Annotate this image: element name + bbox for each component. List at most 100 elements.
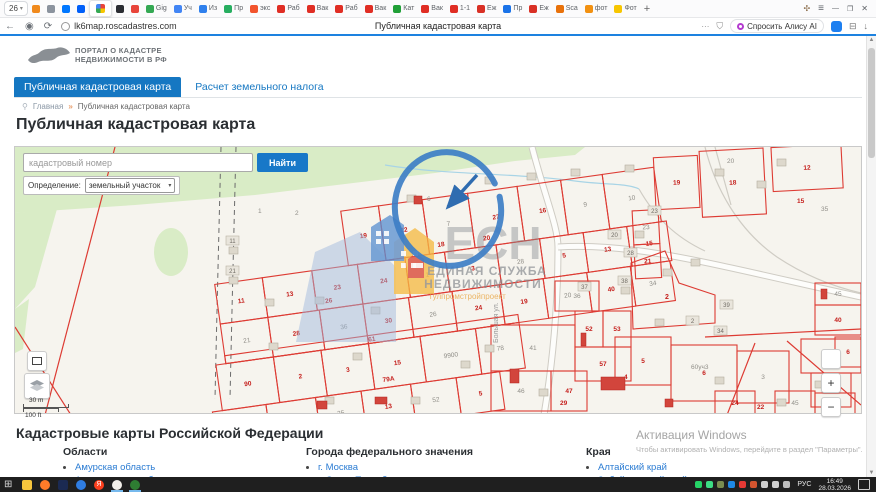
teams-icon[interactable] — [54, 477, 72, 492]
ink-icon[interactable] — [783, 481, 790, 488]
browser-tab[interactable]: Gig — [143, 2, 170, 16]
start-icon[interactable]: ⊞ — [0, 477, 18, 492]
browser-tab[interactable]: Пр — [221, 2, 246, 16]
layers-button[interactable] — [24, 373, 50, 399]
new-tab-button[interactable]: + — [641, 2, 653, 16]
breadcrumb-separator: » — [68, 102, 72, 111]
yandex-tray-icon[interactable] — [739, 481, 746, 488]
tab-label: Gig — [156, 5, 167, 12]
scroll-down-icon[interactable]: ▼ — [868, 470, 875, 476]
browser-tab[interactable]: Пр — [500, 2, 525, 16]
play-icon[interactable] — [728, 481, 735, 488]
parcel-number: 45 — [834, 291, 842, 298]
whatsapp-icon[interactable] — [695, 481, 702, 488]
browser-tab[interactable]: Еж — [474, 2, 499, 16]
footer-link[interactable]: Амурская область — [75, 462, 155, 473]
browser-tab[interactable]: Раб — [332, 2, 360, 16]
shield-icon[interactable] — [706, 481, 713, 488]
zoom-out-button[interactable]: − — [821, 397, 841, 417]
network-icon[interactable] — [772, 481, 779, 488]
taskbar-clock[interactable]: 16:49 28.03.2026 — [818, 478, 851, 492]
search-input[interactable] — [23, 153, 253, 172]
minimize-button[interactable]: — — [832, 5, 839, 12]
browser-tab[interactable] — [44, 2, 58, 16]
browser-tab[interactable]: Раб — [274, 2, 302, 16]
menu-icon[interactable]: ≡ — [818, 3, 824, 14]
browser-tab-active[interactable] — [89, 0, 112, 17]
tab-label: 1-1 — [460, 5, 470, 12]
browser-tab[interactable] — [29, 2, 43, 16]
download-icon[interactable]: ↓ — [864, 21, 869, 31]
registered-building — [665, 399, 673, 407]
browser-tab[interactable]: Вак — [418, 2, 446, 16]
back-button[interactable]: ← — [5, 21, 15, 32]
parcel-number: 24 — [475, 304, 484, 312]
browser-tab[interactable]: Из — [196, 2, 220, 16]
extent-button[interactable] — [27, 351, 47, 371]
browser-tab[interactable]: Sca — [553, 2, 581, 16]
footer-link[interactable]: г. Москва — [318, 462, 358, 473]
address-plate-number: 37 — [581, 285, 588, 291]
explorer-icon[interactable] — [18, 477, 36, 492]
scrollbar-thumb[interactable] — [868, 48, 875, 158]
shield-icon[interactable]: ◉ — [25, 21, 34, 32]
search-button[interactable]: Найти — [257, 153, 308, 172]
notification-center-icon[interactable] — [858, 479, 870, 490]
parcel-number: 57 — [599, 361, 607, 368]
bookmark-icon[interactable]: ⛉ — [716, 21, 723, 32]
browser-tab[interactable]: Кат — [390, 2, 417, 16]
page-scrollbar[interactable]: ▲ ▼ — [866, 36, 876, 477]
sidebar-panels-icon[interactable]: ⊟ — [849, 21, 857, 32]
browser-tab[interactable]: Фот — [611, 2, 639, 16]
reload-button[interactable]: ⟳ — [44, 21, 52, 32]
geolocation-button[interactable] — [821, 349, 841, 369]
tab-counter[interactable]: 26 ▾ — [4, 1, 28, 16]
nav-tab-land-tax[interactable]: Расчет земельного налога — [195, 77, 333, 97]
messenger-icon[interactable] — [831, 21, 842, 32]
browser-tab[interactable] — [74, 2, 88, 16]
vlc-icon[interactable] — [750, 481, 757, 488]
browser-tab[interactable]: Вак — [362, 2, 390, 16]
building — [625, 165, 634, 172]
parcel-number: 19 — [520, 298, 529, 306]
eagle-app-icon[interactable] — [108, 477, 126, 492]
map-container[interactable]: 1922718272016910111323262413285131521283… — [14, 146, 862, 414]
object-type-select[interactable]: земельный участок ▾ — [85, 178, 176, 193]
more-icon[interactable]: ··· — [701, 22, 709, 31]
browser-tab[interactable]: Уч — [171, 2, 195, 16]
map-label: 2 — [295, 210, 299, 217]
browser-tab[interactable] — [59, 2, 73, 16]
zoom-in-button[interactable]: + — [821, 373, 841, 393]
browser-tab[interactable]: экс — [247, 2, 273, 16]
building — [715, 169, 724, 176]
restore-button[interactable]: ❐ — [847, 5, 853, 13]
map-pin-icon[interactable] — [36, 477, 54, 492]
watermark-line2: НЕДВИЖИМОСТИ — [424, 277, 542, 291]
volume-icon[interactable] — [761, 481, 768, 488]
parcel-number: 12 — [803, 165, 811, 172]
browser-tab[interactable]: Вак — [304, 2, 332, 16]
browser-tab[interactable]: 1-1 — [447, 2, 473, 16]
breadcrumb-home-link[interactable]: Главная — [33, 102, 63, 111]
browser-tab[interactable] — [113, 2, 127, 16]
tab-favicon — [146, 5, 154, 13]
browser-tab[interactable] — [128, 2, 142, 16]
scroll-up-icon[interactable]: ▲ — [868, 37, 875, 43]
browser-tab[interactable]: Еж — [526, 2, 551, 16]
ask-alice-button[interactable]: Спросить Алису AI — [730, 19, 824, 33]
browser-sphere-icon[interactable] — [72, 477, 90, 492]
address-plate-number: 28 — [627, 251, 634, 257]
yandex-beta-icon[interactable]: ✣ — [803, 4, 810, 13]
kadastr-app-icon[interactable] — [126, 477, 144, 492]
nav-tab-public-map[interactable]: Публичная кадастровая карта — [14, 77, 181, 97]
footer-link[interactable]: Алтайский край — [598, 462, 667, 473]
close-button[interactable]: ✕ — [861, 4, 868, 13]
building — [485, 345, 494, 352]
tab-label: Вак — [431, 5, 443, 12]
language-indicator[interactable]: РУС — [797, 481, 811, 488]
tab-favicon — [503, 5, 511, 13]
browser-tab[interactable]: фот — [582, 2, 611, 16]
card-icon[interactable] — [717, 481, 724, 488]
yandex-browser-icon[interactable]: Я — [90, 477, 108, 492]
url-box[interactable]: lk6map.roscadastres.com — [61, 21, 177, 31]
